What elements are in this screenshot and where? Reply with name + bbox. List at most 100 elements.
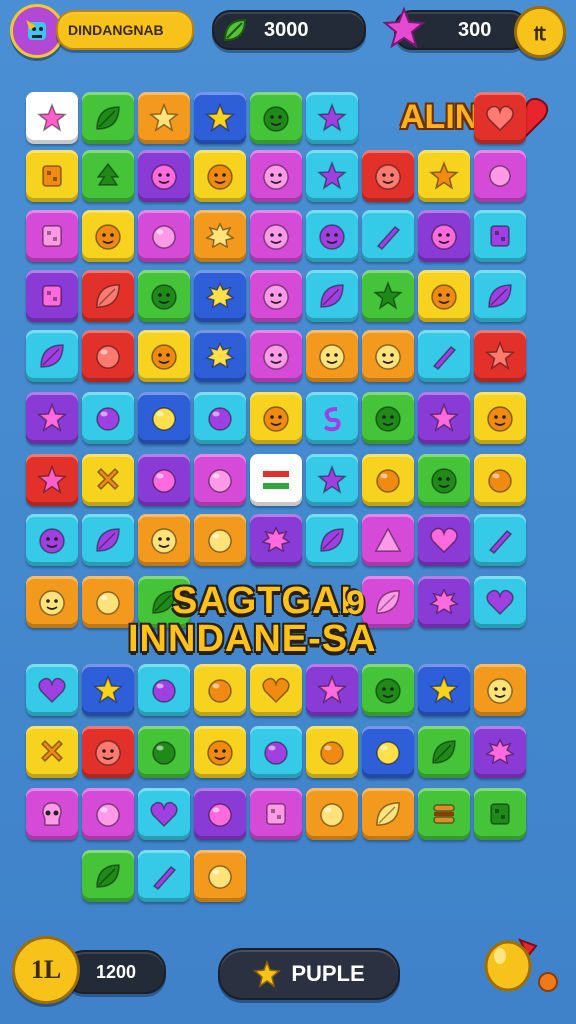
tile-star-yellow[interactable] [418, 150, 470, 202]
tile-face-green[interactable] [418, 454, 470, 506]
tile-pig-magenta[interactable] [250, 150, 302, 202]
tile-face-yellow[interactable] [418, 270, 470, 322]
tile-sparkle-white[interactable] [26, 92, 78, 144]
tile-dice-magenta[interactable] [26, 210, 78, 262]
tile-face-green[interactable] [362, 392, 414, 444]
tile-tri-magenta[interactable] [362, 514, 414, 566]
tile-ball-red[interactable] [82, 330, 134, 382]
gems-counter[interactable]: 3000 [212, 10, 366, 50]
tile-leaf-cyan[interactable] [82, 514, 134, 566]
tile-dice-green[interactable] [474, 788, 526, 840]
stars-counter[interactable]: 300 [382, 6, 528, 50]
tile-face-cyan[interactable] [26, 514, 78, 566]
tile-brush-cyan[interactable] [362, 210, 414, 262]
level-button[interactable]: ₶ [514, 6, 566, 58]
tile-heart-yellow[interactable] [250, 664, 302, 716]
tile-face-purple[interactable] [418, 210, 470, 262]
tile-cat-orange[interactable] [138, 514, 190, 566]
tile-star-cyan[interactable] [306, 92, 358, 144]
tile-leaf-cyan[interactable] [306, 514, 358, 566]
tile-face-yellow[interactable] [194, 150, 246, 202]
tile-leaf-orange[interactable] [362, 788, 414, 840]
tile-face-yellow[interactable] [138, 330, 190, 382]
tile-ball-orange[interactable] [194, 850, 246, 902]
puzzle-button[interactable]: PUPLE [218, 948, 400, 1000]
tile-star-orange[interactable] [138, 92, 190, 144]
tile-star-cyan[interactable] [306, 150, 358, 202]
tile-leaf-cyan[interactable] [306, 270, 358, 322]
tile-heart-cyan[interactable] [138, 788, 190, 840]
tile-tree-green[interactable] [82, 150, 134, 202]
tile-star-red[interactable] [474, 330, 526, 382]
tile-fruit-yellow[interactable] [362, 454, 414, 506]
player-name-pill[interactable]: DINDANGNAB [56, 10, 194, 50]
tile-leaf-red[interactable] [82, 270, 134, 322]
tile-leaf-green[interactable] [82, 850, 134, 902]
tile-ball-cyan[interactable] [138, 664, 190, 716]
tile-frog-green[interactable] [250, 92, 302, 144]
tile-splat-blue[interactable] [194, 270, 246, 322]
tile-burger-green[interactable] [418, 788, 470, 840]
tile-ball-magenta[interactable] [194, 454, 246, 506]
tile-heart-purple[interactable] [418, 514, 470, 566]
tile-ball-green[interactable] [138, 726, 190, 778]
tile-face-red[interactable] [82, 726, 134, 778]
tile-fruit-yellow[interactable] [474, 454, 526, 506]
tile-leaf-green[interactable] [82, 92, 134, 144]
tile-star-purple[interactable] [26, 392, 78, 444]
tile-ball-orange[interactable] [194, 514, 246, 566]
tile-pig-magenta[interactable] [250, 330, 302, 382]
tile-heart-cyan[interactable] [26, 664, 78, 716]
tile-face-yellow[interactable] [194, 726, 246, 778]
tile-face-yellow[interactable] [474, 392, 526, 444]
tile-star-blue[interactable] [194, 92, 246, 144]
tile-ball-cyan[interactable] [194, 392, 246, 444]
tile-face-green[interactable] [138, 270, 190, 322]
tile-heart-cyan[interactable] [474, 576, 526, 628]
tile-face-orange[interactable] [306, 330, 358, 382]
tile-book-yellow[interactable] [26, 150, 78, 202]
tile-skull-magenta[interactable] [26, 788, 78, 840]
tile-star-purple[interactable] [306, 664, 358, 716]
tile-snake-cyan[interactable] [306, 392, 358, 444]
tile-leaf-cyan[interactable] [26, 330, 78, 382]
tile-frog-yellow[interactable] [250, 392, 302, 444]
tile-box-purple[interactable] [26, 270, 78, 322]
tile-sword-cyan[interactable] [474, 514, 526, 566]
tile-ball-yellow[interactable] [306, 726, 358, 778]
tile-face-purple[interactable] [138, 150, 190, 202]
tile-face-green[interactable] [362, 664, 414, 716]
tile-frog-cyan[interactable] [306, 210, 358, 262]
tile-ball-cyan[interactable] [82, 392, 134, 444]
tile-heart-red[interactable] [474, 92, 526, 144]
tile-ball-purple[interactable] [194, 788, 246, 840]
tile-cat-orange[interactable] [26, 576, 78, 628]
tile-ball-magenta[interactable] [138, 210, 190, 262]
tile-leaf-green[interactable] [418, 726, 470, 778]
tile-ball-yellow[interactable] [194, 664, 246, 716]
tile-star-green[interactable] [362, 270, 414, 322]
tile-brush-cyan[interactable] [418, 330, 470, 382]
tile-pig-magenta[interactable] [250, 210, 302, 262]
tile-fruit-cyan[interactable] [250, 726, 302, 778]
tile-cross-yellow[interactable] [82, 454, 134, 506]
tile-flower-purple[interactable] [474, 726, 526, 778]
tile-splat-purple[interactable] [418, 576, 470, 628]
tile-star-cyan[interactable] [306, 454, 358, 506]
tile-ball-purple[interactable] [138, 454, 190, 506]
tile-face-orange[interactable] [362, 330, 414, 382]
tile-star-blue[interactable] [82, 664, 134, 716]
tile-fruit-blue[interactable] [138, 392, 190, 444]
balloon-icon[interactable] [482, 934, 566, 1004]
tile-ball-orange[interactable] [82, 576, 134, 628]
tile-robot-magenta[interactable] [250, 788, 302, 840]
tile-face-yellow[interactable] [82, 210, 134, 262]
tile-splat-orange[interactable] [194, 210, 246, 262]
tile-ball-magenta[interactable] [82, 788, 134, 840]
tile-pig-red[interactable] [362, 150, 414, 202]
tile-fruit-blue[interactable] [362, 726, 414, 778]
coin-icon[interactable]: 1L [12, 936, 80, 1004]
tile-cross-yellow[interactable] [26, 726, 78, 778]
tile-splat-blue[interactable] [194, 330, 246, 382]
tile-ball-orange[interactable] [306, 788, 358, 840]
